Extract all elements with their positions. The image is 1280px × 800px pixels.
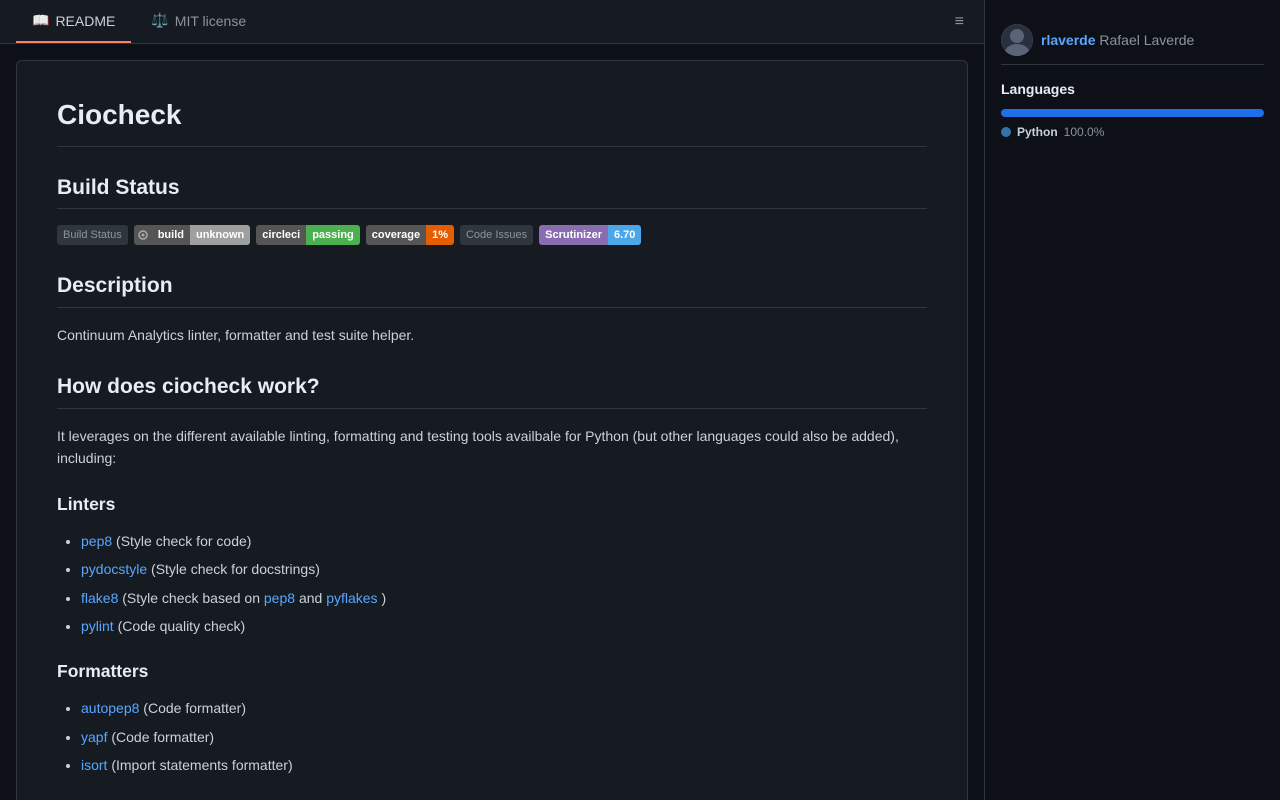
build-label: build bbox=[152, 225, 190, 245]
list-item: pylint (Code quality check) bbox=[81, 615, 927, 637]
circleci-label: circleci bbox=[256, 225, 306, 245]
circleci-status-value: passing bbox=[306, 225, 360, 245]
pep8-desc: (Style check for code) bbox=[116, 533, 251, 549]
description-text: Continuum Analytics linter, formatter an… bbox=[57, 324, 927, 346]
license-scale-icon: ⚖️ bbox=[151, 12, 168, 29]
tab-readme-label: README bbox=[55, 13, 115, 29]
list-item: pydocstyle (Style check for docstrings) bbox=[81, 558, 927, 580]
formatters-list: autopep8 (Code formatter) yapf (Code for… bbox=[57, 697, 927, 776]
isort-desc: (Import statements formatter) bbox=[111, 757, 292, 773]
username[interactable]: rlaverde bbox=[1041, 32, 1095, 48]
coverage-label: coverage bbox=[366, 225, 426, 245]
scrutinizer-label: Scrutinizer bbox=[539, 225, 608, 245]
list-view-icon[interactable]: ≡ bbox=[951, 9, 968, 35]
linters-heading: Linters bbox=[57, 490, 927, 518]
user-name-container: rlaverde Rafael Laverde bbox=[1041, 32, 1194, 48]
readme-content: Ciocheck Build Status Build Status bbox=[17, 61, 967, 800]
pyflakes-link[interactable]: pyflakes bbox=[326, 590, 377, 606]
flake8-desc-part1: (Style check based on bbox=[122, 590, 264, 606]
list-item: pep8 (Style check for code) bbox=[81, 530, 927, 552]
main-content: 📖 README ⚖️ MIT license ≡ Ciocheck Build… bbox=[0, 0, 984, 800]
circleci-build-badge[interactable]: build unknown bbox=[134, 225, 251, 245]
code-issues-badge-img[interactable]: Code Issues bbox=[460, 225, 533, 245]
list-item: flake8 (Style check based on pep8 and py… bbox=[81, 587, 927, 609]
pep8-link[interactable]: pep8 bbox=[81, 533, 112, 549]
scrutinizer-badge[interactable]: Scrutinizer 6.70 bbox=[539, 225, 641, 245]
avatar[interactable] bbox=[1001, 24, 1033, 56]
how-text: It leverages on the different available … bbox=[57, 425, 927, 470]
user-fullname: Rafael Laverde bbox=[1099, 32, 1194, 48]
autopep8-desc: (Code formatter) bbox=[143, 700, 246, 716]
readme-container: Ciocheck Build Status Build Status bbox=[16, 60, 968, 800]
python-language-pct: 100.0% bbox=[1064, 125, 1105, 139]
language-item-python: Python 100.0% bbox=[1001, 125, 1264, 139]
yapf-desc: (Code formatter) bbox=[111, 729, 214, 745]
list-item: yapf (Code formatter) bbox=[81, 726, 927, 748]
pep8-link-2[interactable]: pep8 bbox=[264, 590, 295, 606]
pylint-desc: (Code quality check) bbox=[118, 618, 246, 634]
readme-book-icon: 📖 bbox=[32, 12, 49, 29]
languages-section: Languages Python 100.0% bbox=[1001, 81, 1264, 139]
flake8-desc-and: and bbox=[299, 590, 326, 606]
formatters-heading: Formatters bbox=[57, 657, 927, 685]
description-heading: Description bbox=[57, 269, 927, 308]
pydocstyle-desc: (Style check for docstrings) bbox=[151, 561, 320, 577]
coverage-value: 1% bbox=[426, 225, 454, 245]
isort-link[interactable]: isort bbox=[81, 757, 107, 773]
tab-readme[interactable]: 📖 README bbox=[16, 0, 131, 43]
pylint-link[interactable]: pylint bbox=[81, 618, 114, 634]
build-status-heading: Build Status bbox=[57, 171, 927, 210]
yapf-link[interactable]: yapf bbox=[81, 729, 107, 745]
coverage-badge[interactable]: coverage 1% bbox=[366, 225, 454, 245]
readme-title: Ciocheck bbox=[57, 93, 927, 147]
user-info: rlaverde Rafael Laverde bbox=[1001, 16, 1264, 65]
language-bar bbox=[1001, 109, 1264, 117]
linters-list: pep8 (Style check for code) pydocstyle (… bbox=[57, 530, 927, 638]
list-item: isort (Import statements formatter) bbox=[81, 754, 927, 776]
tab-license-label: MIT license bbox=[175, 13, 246, 29]
how-heading: How does ciocheck work? bbox=[57, 370, 927, 409]
badges-row: Build Status build unknown circleci bbox=[57, 225, 927, 245]
autopep8-link[interactable]: autopep8 bbox=[81, 700, 139, 716]
build-status-badge-label: Build Status bbox=[63, 227, 122, 245]
code-issues-label: Code Issues bbox=[466, 227, 527, 245]
circleci-icon bbox=[134, 225, 152, 245]
sidebar: rlaverde Rafael Laverde Languages Python… bbox=[984, 0, 1280, 800]
circleci-passing-badge[interactable]: circleci passing bbox=[256, 225, 360, 245]
list-item: autopep8 (Code formatter) bbox=[81, 697, 927, 719]
flake8-desc-close: ) bbox=[381, 590, 386, 606]
python-language-name: Python bbox=[1017, 125, 1058, 139]
build-status-badge-img[interactable]: Build Status bbox=[57, 225, 128, 245]
flake8-link[interactable]: flake8 bbox=[81, 590, 118, 606]
languages-title: Languages bbox=[1001, 81, 1264, 97]
python-language-dot bbox=[1001, 127, 1011, 137]
pydocstyle-link[interactable]: pydocstyle bbox=[81, 561, 147, 577]
tabs-bar: 📖 README ⚖️ MIT license ≡ bbox=[0, 0, 984, 44]
tabs-left: 📖 README ⚖️ MIT license bbox=[16, 0, 262, 43]
tab-license[interactable]: ⚖️ MIT license bbox=[135, 0, 262, 43]
scrutinizer-value: 6.70 bbox=[608, 225, 641, 245]
build-status-value: unknown bbox=[190, 225, 250, 245]
